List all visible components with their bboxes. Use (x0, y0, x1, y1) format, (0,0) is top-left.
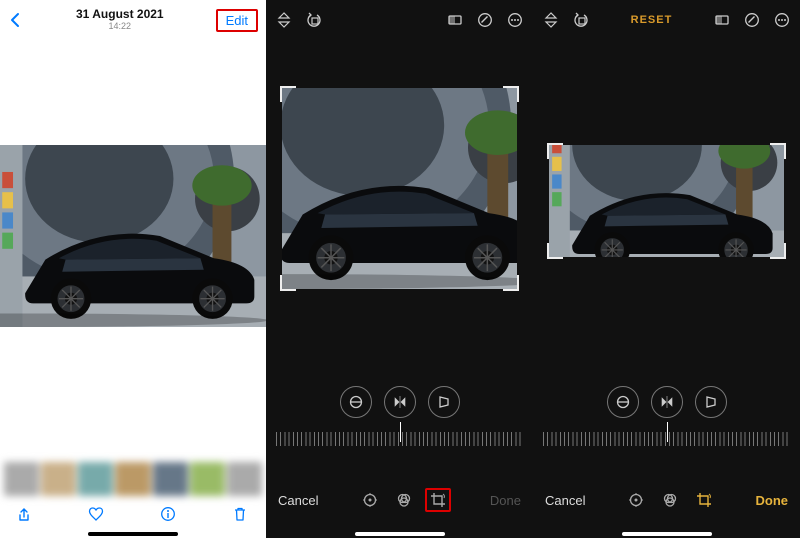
transform-buttons (533, 386, 800, 418)
dial-center-marker (667, 422, 668, 442)
edit-mode-tabs (362, 492, 446, 508)
cancel-button[interactable]: Cancel (278, 493, 318, 508)
crop-handle-tr[interactable] (770, 143, 786, 159)
more-button[interactable] (507, 12, 523, 28)
flip-vertical-icon (543, 12, 559, 28)
straighten-icon (615, 394, 631, 410)
photo-viewer-screen: 31 August 2021 14:22 Edit (0, 0, 266, 538)
crop-icon (430, 492, 446, 508)
bottom-toolbar (0, 498, 266, 532)
adjust-mode-button[interactable] (628, 492, 644, 508)
crop-handle-tl[interactable] (547, 143, 563, 159)
edit-bottom-bar: Cancel Done (266, 480, 533, 520)
done-button[interactable]: Done (756, 493, 789, 508)
aspect-ratio-button[interactable] (714, 12, 730, 28)
straighten-button[interactable] (607, 386, 639, 418)
chevron-left-icon (8, 12, 24, 28)
perspective-icon (703, 394, 719, 410)
rotate-icon (573, 12, 589, 28)
info-button[interactable] (160, 506, 178, 524)
back-button[interactable] (8, 12, 24, 28)
flip-horizontal-icon (392, 394, 408, 410)
angle-dial[interactable] (543, 426, 790, 452)
filters-mode-button[interactable] (662, 492, 678, 508)
done-button[interactable]: Done (490, 493, 521, 508)
transform-buttons (266, 386, 533, 418)
reset-button[interactable]: RESET (631, 14, 673, 26)
rotate-button[interactable] (306, 12, 322, 28)
crop-handle-tl[interactable] (280, 86, 296, 102)
home-indicator[interactable] (88, 532, 178, 536)
edit-top-bar: RESET (533, 0, 800, 40)
crop-handle-bl[interactable] (547, 243, 563, 259)
edit-crop-screen: Cancel Done (266, 0, 533, 538)
filters-icon (396, 492, 412, 508)
flip-vertical-button[interactable] (276, 12, 292, 28)
flip-horizontal-button[interactable] (651, 386, 683, 418)
markup-icon (477, 12, 493, 28)
more-icon (774, 12, 790, 28)
photo-image (549, 145, 784, 257)
crop-mode-button[interactable] (425, 488, 451, 512)
crop-mode-button[interactable] (696, 492, 712, 508)
straighten-icon (348, 394, 364, 410)
top-bar: 31 August 2021 14:22 Edit (0, 0, 266, 40)
crop-icon (696, 492, 712, 508)
flip-vertical-icon (276, 12, 292, 28)
edit-top-bar (266, 0, 533, 40)
photo-image (282, 88, 517, 289)
straighten-button[interactable] (340, 386, 372, 418)
edit-bottom-bar: Cancel Done (533, 480, 800, 520)
favorite-button[interactable] (88, 506, 106, 524)
photo-image (0, 145, 266, 327)
heart-icon (88, 506, 106, 524)
markup-button[interactable] (477, 12, 493, 28)
crop-handle-br[interactable] (770, 243, 786, 259)
thumbnail-strip[interactable] (0, 462, 266, 496)
filters-icon (662, 492, 678, 508)
crop-canvas[interactable] (549, 145, 784, 257)
adjust-icon (628, 492, 644, 508)
photo-time: 14:22 (24, 22, 216, 32)
flip-vertical-button[interactable] (543, 12, 559, 28)
home-indicator[interactable] (355, 532, 445, 536)
aspect-ratio-icon (714, 12, 730, 28)
aspect-ratio-button[interactable] (447, 12, 463, 28)
photo-date: 31 August 2021 (24, 8, 216, 21)
perspective-icon (436, 394, 452, 410)
perspective-button[interactable] (428, 386, 460, 418)
adjust-mode-button[interactable] (362, 492, 378, 508)
edit-mode-tabs (628, 492, 712, 508)
info-icon (160, 506, 178, 524)
more-button[interactable] (774, 12, 790, 28)
rotate-button[interactable] (573, 12, 589, 28)
markup-button[interactable] (744, 12, 760, 28)
crop-canvas[interactable] (282, 88, 517, 289)
filters-mode-button[interactable] (396, 492, 412, 508)
dial-center-marker (400, 422, 401, 442)
perspective-button[interactable] (695, 386, 727, 418)
cancel-button[interactable]: Cancel (545, 493, 585, 508)
edit-crop-screen-modified: RESET Cancel Done (533, 0, 800, 538)
delete-button[interactable] (232, 506, 250, 524)
aspect-ratio-icon (447, 12, 463, 28)
share-icon (16, 506, 34, 524)
trash-icon (232, 506, 250, 524)
adjust-icon (362, 492, 378, 508)
home-indicator[interactable] (622, 532, 712, 536)
photo-preview[interactable] (0, 145, 266, 327)
flip-horizontal-icon (659, 394, 675, 410)
angle-dial[interactable] (276, 426, 523, 452)
edit-button[interactable]: Edit (216, 9, 258, 32)
crop-handle-br[interactable] (503, 275, 519, 291)
crop-handle-bl[interactable] (280, 275, 296, 291)
more-icon (507, 12, 523, 28)
crop-handle-tr[interactable] (503, 86, 519, 102)
flip-horizontal-button[interactable] (384, 386, 416, 418)
share-button[interactable] (16, 506, 34, 524)
rotate-icon (306, 12, 322, 28)
title-block: 31 August 2021 14:22 (24, 8, 216, 31)
markup-icon (744, 12, 760, 28)
